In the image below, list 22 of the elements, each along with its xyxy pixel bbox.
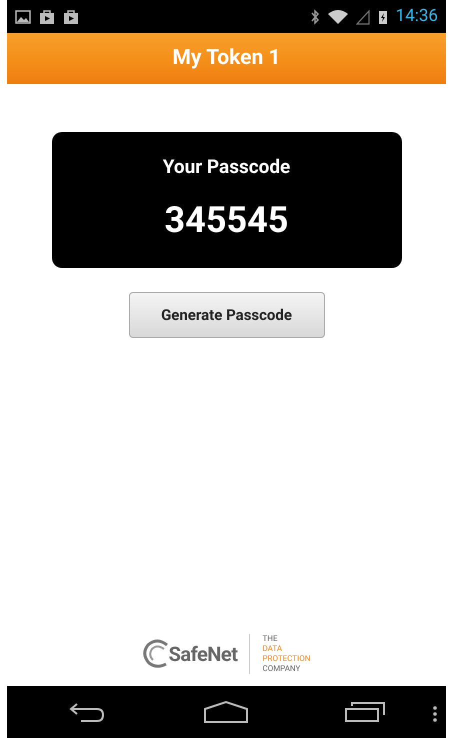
tagline-word: THE: [262, 634, 279, 644]
overflow-menu-icon[interactable]: [433, 706, 437, 722]
battery-icon: [378, 8, 388, 24]
shopping-bag-icon: [39, 8, 55, 24]
recent-apps-icon[interactable]: [344, 701, 386, 723]
shopping-bag-icon: [63, 8, 79, 24]
screen-title: My Token 1: [172, 44, 281, 72]
tagline-word: DATA: [262, 644, 284, 654]
passcode-value: 345545: [164, 198, 288, 244]
home-icon[interactable]: [202, 700, 248, 724]
swirl-icon: [142, 639, 171, 669]
picture-icon: [15, 8, 31, 24]
clock-time: 14:36: [396, 4, 438, 28]
back-icon[interactable]: [67, 701, 107, 723]
tagline-word: COMPANY: [262, 664, 302, 674]
brand-name: SafeNet: [168, 641, 238, 668]
wifi-icon: [328, 8, 348, 24]
passcode-label: Your Passcode: [162, 154, 290, 180]
signal-icon: [356, 8, 370, 24]
bluetooth-icon: [310, 8, 320, 24]
tagline-word: PROTECTION: [262, 654, 310, 664]
generate-passcode-button[interactable]: Generate Passcode: [128, 292, 324, 338]
